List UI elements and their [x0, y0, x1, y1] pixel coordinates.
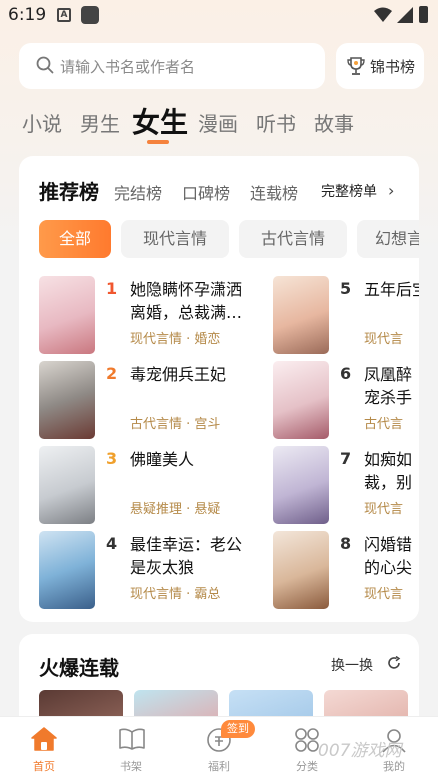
tab-novel[interactable]: 小说 [22, 108, 62, 137]
nav-home[interactable]: 首页 [0, 717, 88, 778]
pill-ancient-romance[interactable]: 古代言情 [239, 220, 347, 258]
book-tag: 古代言情 · 宫斗 [130, 417, 221, 432]
book-title: 毒宠佣兵王妃 [130, 365, 227, 384]
app-square-icon [81, 6, 99, 24]
status-bar: 6:19 A [0, 0, 438, 32]
rank-number: 7 [340, 449, 352, 468]
rank-number: 3 [106, 449, 118, 468]
book-tag: 现代言情 · 婚恋 [130, 332, 221, 347]
hot-serial-title: 火爆连载 [39, 656, 119, 680]
tab-reputation-rank[interactable]: 口碑榜 [182, 180, 230, 204]
book-cover [39, 531, 95, 609]
search-placeholder: 请输入书名或作者名 [60, 58, 196, 76]
full-rank-link[interactable]: 完整榜单 [321, 181, 377, 201]
tab-serial-rank[interactable]: 连载榜 [250, 180, 298, 204]
sign-in-badge[interactable]: 签到 [221, 720, 255, 738]
book-tag: 现代言情 · 霸总 [130, 587, 221, 602]
rank-number: 5 [340, 279, 352, 298]
book-title: 闪婚错的心尖 [364, 535, 413, 577]
book-cover [273, 446, 329, 524]
rank-number: 1 [106, 279, 118, 298]
nav-home-label: 首页 [33, 760, 55, 773]
book-icon [119, 728, 145, 750]
watermark: 007游戏网 [318, 741, 402, 761]
book-item[interactable]: 8 闪婚错的心尖 现代言 [273, 531, 419, 611]
nav-bookshelf[interactable]: 书架 [87, 717, 175, 778]
pill-all[interactable]: 全部 [39, 220, 111, 258]
battery-icon [419, 6, 428, 23]
nav-bookshelf-label: 书架 [120, 760, 142, 773]
book-title: 如痴如裁，别 [364, 450, 413, 492]
book-item[interactable]: 7 如痴如裁，别 现代言 [273, 446, 419, 526]
tab-comic[interactable]: 漫画 [198, 108, 238, 137]
book-tag: 古代言 [364, 417, 404, 432]
app-a-icon: A [57, 8, 71, 22]
book-cover [273, 276, 329, 354]
signal-icon [397, 7, 413, 23]
book-tag: 悬疑推理 · 悬疑 [130, 502, 221, 517]
book-item[interactable]: 6 凤凰醉宠杀手 古代言 [273, 361, 419, 441]
book-cover [39, 276, 95, 354]
book-cover [273, 531, 329, 609]
recommend-title: 推荐榜 [39, 180, 99, 204]
book-tag: 现代言 [364, 332, 404, 347]
refresh-button[interactable]: 换一换 [331, 655, 373, 675]
rank-list-button[interactable]: 锦书榜 [336, 43, 424, 89]
book-cover [39, 361, 95, 439]
book-cover [39, 446, 95, 524]
book-item[interactable]: 5 五年后宝带她 现代言 [273, 276, 419, 356]
book-title: 她隐瞒怀孕潇洒离婚，总裁满… [130, 280, 243, 322]
book-title: 凤凰醉宠杀手 [364, 365, 413, 407]
tab-audiobook[interactable]: 听书 [256, 108, 296, 137]
book-tag: 现代言 [364, 587, 404, 602]
tab-story[interactable]: 故事 [314, 108, 354, 137]
book-title: 五年后宝带她 [364, 280, 419, 299]
search-input[interactable]: 请输入书名或作者名 [19, 43, 325, 89]
wifi-icon [374, 7, 392, 22]
book-item[interactable]: 3 佛瞳美人 悬疑推理 · 悬疑 [39, 446, 239, 526]
rank-number: 4 [106, 534, 118, 553]
book-item[interactable]: 1 她隐瞒怀孕潇洒离婚，总裁满… 现代言情 · 婚恋 [39, 276, 242, 356]
recommend-card: 推荐榜 完结榜 口碑榜 连载榜 完整榜单 › 全部 现代言情 古代言情 幻想言 … [19, 156, 419, 622]
tab-male[interactable]: 男生 [80, 108, 120, 137]
home-icon [31, 727, 57, 751]
book-item[interactable]: 2 毒宠佣兵王妃 古代言情 · 宫斗 [39, 361, 239, 441]
tab-completed-rank[interactable]: 完结榜 [114, 180, 162, 204]
book-cover [273, 361, 329, 439]
book-title: 最佳幸运：老公是灰太狼 [130, 535, 243, 577]
pill-modern-romance[interactable]: 现代言情 [121, 220, 229, 258]
nav-welfare-label: 福利 [208, 760, 230, 773]
tab-female[interactable]: 女生 [132, 101, 188, 141]
book-tag: 现代言 [364, 502, 404, 517]
chevron-right-icon[interactable]: › [388, 181, 394, 200]
search-icon [36, 56, 54, 74]
rank-list-label: 锦书榜 [370, 58, 416, 76]
book-title: 佛瞳美人 [130, 450, 195, 469]
trophy-icon [347, 57, 365, 75]
book-item[interactable]: 4 最佳幸运：老公是灰太狼 现代言情 · 霸总 [39, 531, 242, 611]
rank-number: 8 [340, 534, 352, 553]
status-time: 6:19 [8, 5, 47, 25]
pill-fantasy-romance[interactable]: 幻想言 [357, 220, 419, 258]
rank-number: 2 [106, 364, 118, 383]
category-icon [295, 728, 319, 752]
refresh-icon[interactable] [387, 656, 401, 670]
rank-number: 6 [340, 364, 352, 383]
active-tab-underline [147, 140, 169, 144]
